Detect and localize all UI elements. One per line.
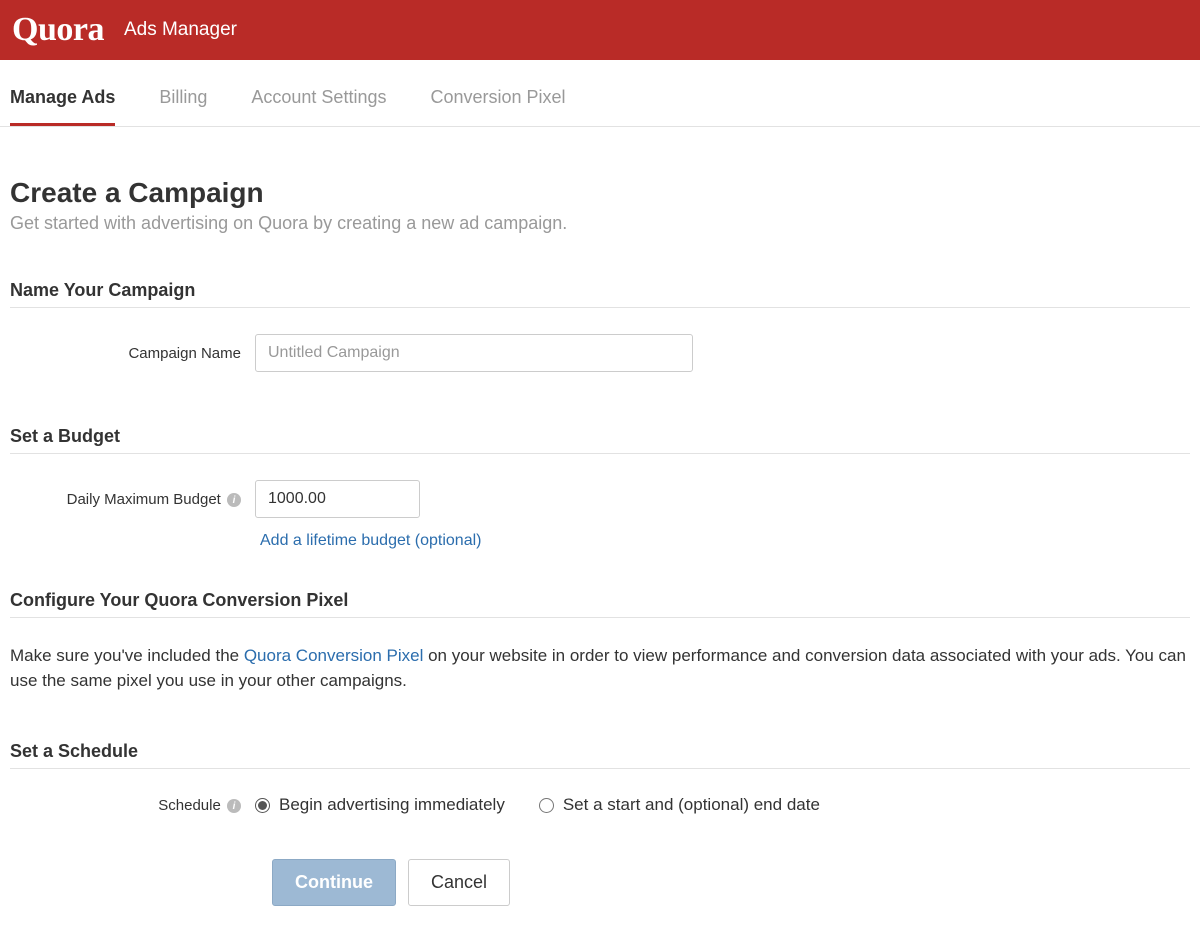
section-title-budget: Set a Budget xyxy=(10,426,1190,454)
help-icon[interactable]: i xyxy=(227,799,241,813)
label-schedule-text: Schedule xyxy=(158,797,221,814)
tab-conversion-pixel[interactable]: Conversion Pixel xyxy=(430,71,565,126)
pixel-text-before: Make sure you've included the xyxy=(10,646,244,665)
continue-button[interactable]: Continue xyxy=(272,859,396,906)
section-title-schedule: Set a Schedule xyxy=(10,741,1190,769)
tab-manage-ads[interactable]: Manage Ads xyxy=(10,71,115,126)
page-content: Create a Campaign Get started with adver… xyxy=(0,127,1200,946)
row-campaign-name: Campaign Name xyxy=(10,334,1190,372)
quora-logo: Quora xyxy=(12,11,104,49)
schedule-radio-group: Begin advertising immediately Set a star… xyxy=(255,795,1190,815)
row-lifetime-budget-link: Add a lifetime budget (optional) xyxy=(10,532,1190,550)
tab-billing[interactable]: Billing xyxy=(159,71,207,126)
label-daily-budget: Daily Maximum Budget i xyxy=(10,491,255,508)
label-schedule: Schedule i xyxy=(10,797,255,814)
radio-begin-immediately[interactable]: Begin advertising immediately xyxy=(255,795,505,815)
page-title: Create a Campaign xyxy=(10,177,1190,209)
label-daily-budget-text: Daily Maximum Budget xyxy=(67,491,221,508)
radio-begin-immediately-label: Begin advertising immediately xyxy=(279,795,505,815)
section-title-pixel: Configure Your Quora Conversion Pixel xyxy=(10,590,1190,618)
pixel-description: Make sure you've included the Quora Conv… xyxy=(10,644,1190,693)
tab-account-settings[interactable]: Account Settings xyxy=(251,71,386,126)
section-title-name-campaign: Name Your Campaign xyxy=(10,280,1190,308)
radio-set-dates-label: Set a start and (optional) end date xyxy=(563,795,820,815)
add-lifetime-budget-link[interactable]: Add a lifetime budget (optional) xyxy=(260,532,481,550)
button-row: Continue Cancel xyxy=(10,859,1190,906)
header-bar: Quora Ads Manager xyxy=(0,0,1200,60)
campaign-name-input[interactable] xyxy=(255,334,693,372)
row-schedule: Schedule i Begin advertising immediately… xyxy=(10,795,1190,815)
radio-set-dates[interactable]: Set a start and (optional) end date xyxy=(539,795,820,815)
nav-bar: Manage Ads Billing Account Settings Conv… xyxy=(0,60,1200,127)
row-daily-budget: Daily Maximum Budget i xyxy=(10,480,1190,518)
app-title: Ads Manager xyxy=(124,19,237,41)
label-campaign-name: Campaign Name xyxy=(10,345,255,362)
cancel-button[interactable]: Cancel xyxy=(408,859,510,906)
page-subtitle: Get started with advertising on Quora by… xyxy=(10,213,1190,234)
daily-budget-input[interactable] xyxy=(255,480,420,518)
radio-set-dates-input[interactable] xyxy=(539,798,554,813)
quora-conversion-pixel-link[interactable]: Quora Conversion Pixel xyxy=(244,646,424,665)
help-icon[interactable]: i xyxy=(227,493,241,507)
radio-begin-immediately-input[interactable] xyxy=(255,798,270,813)
